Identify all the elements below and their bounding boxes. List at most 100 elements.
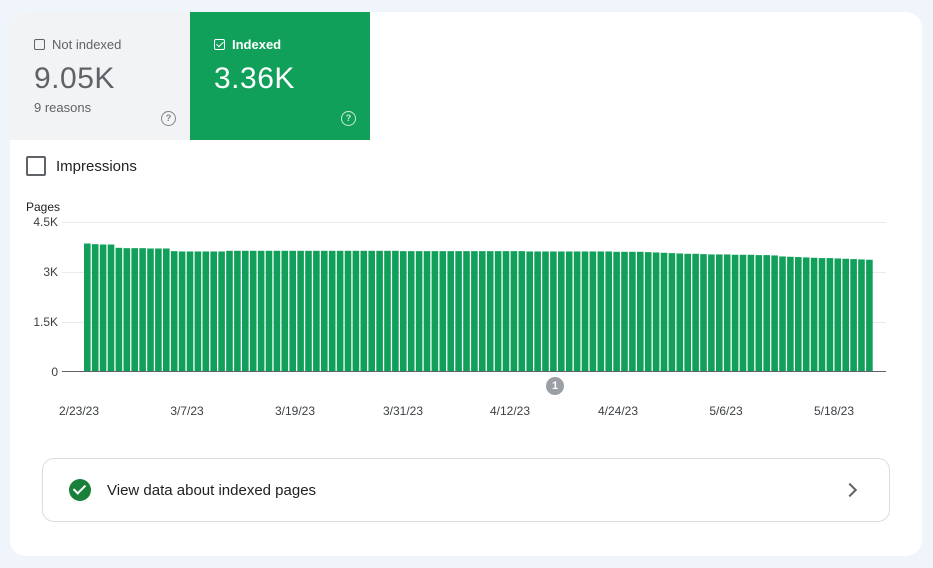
- bar[interactable]: [613, 251, 620, 371]
- bar[interactable]: [763, 255, 770, 371]
- bar[interactable]: [352, 250, 360, 371]
- bar[interactable]: [708, 254, 715, 371]
- bar[interactable]: [115, 247, 123, 371]
- bar[interactable]: [147, 248, 154, 371]
- bar[interactable]: [210, 251, 217, 371]
- bar[interactable]: [123, 248, 131, 371]
- bar[interactable]: [581, 251, 589, 371]
- bar[interactable]: [273, 250, 281, 371]
- bar[interactable]: [321, 250, 328, 371]
- bar[interactable]: [818, 258, 826, 371]
- bar[interactable]: [226, 250, 233, 371]
- bar[interactable]: [565, 251, 573, 371]
- bar[interactable]: [344, 250, 352, 371]
- bar[interactable]: [439, 251, 447, 371]
- bar[interactable]: [447, 251, 454, 371]
- bar[interactable]: [455, 251, 462, 371]
- bar[interactable]: [131, 248, 138, 371]
- bar[interactable]: [692, 253, 699, 371]
- bar[interactable]: [281, 250, 289, 371]
- bar[interactable]: [621, 251, 628, 371]
- bar[interactable]: [787, 256, 794, 371]
- bar[interactable]: [597, 251, 605, 371]
- bar[interactable]: [502, 251, 510, 371]
- bar[interactable]: [589, 251, 597, 371]
- bar[interactable]: [676, 253, 684, 371]
- bar[interactable]: [107, 244, 115, 371]
- bar[interactable]: [755, 255, 763, 371]
- bar[interactable]: [605, 251, 612, 371]
- bar[interactable]: [526, 251, 533, 371]
- bar[interactable]: [297, 250, 304, 371]
- impressions-toggle[interactable]: Impressions: [26, 156, 137, 176]
- bar[interactable]: [234, 250, 241, 371]
- bar[interactable]: [779, 256, 786, 371]
- bar[interactable]: [242, 250, 249, 371]
- bar[interactable]: [155, 248, 162, 371]
- bar[interactable]: [336, 250, 344, 371]
- bar[interactable]: [518, 251, 526, 371]
- help-icon[interactable]: ?: [161, 111, 176, 126]
- bar[interactable]: [202, 251, 210, 371]
- bar[interactable]: [139, 248, 146, 371]
- bar[interactable]: [431, 251, 439, 371]
- not-indexed-tile[interactable]: Not indexed 9.05K 9 reasons ?: [10, 12, 190, 140]
- help-icon[interactable]: ?: [341, 111, 356, 126]
- bar[interactable]: [415, 251, 423, 371]
- bar[interactable]: [542, 251, 549, 371]
- bar[interactable]: [186, 251, 194, 371]
- bar[interactable]: [178, 251, 186, 371]
- bar[interactable]: [170, 251, 178, 371]
- bar[interactable]: [423, 251, 431, 371]
- bar[interactable]: [716, 254, 723, 371]
- bar[interactable]: [407, 251, 415, 371]
- bar[interactable]: [731, 254, 739, 371]
- bar[interactable]: [328, 250, 336, 371]
- bar[interactable]: [652, 252, 660, 371]
- bar[interactable]: [400, 251, 407, 371]
- bar[interactable]: [289, 250, 296, 371]
- bar[interactable]: [486, 251, 494, 371]
- bar[interactable]: [550, 251, 557, 371]
- impressions-checkbox[interactable]: [26, 156, 46, 176]
- bar[interactable]: [99, 244, 107, 371]
- bar[interactable]: [360, 250, 368, 371]
- bar[interactable]: [494, 251, 502, 371]
- bar[interactable]: [700, 254, 707, 371]
- bar[interactable]: [810, 257, 818, 371]
- bar[interactable]: [739, 254, 747, 371]
- bar[interactable]: [479, 251, 486, 371]
- bar[interactable]: [163, 248, 170, 371]
- bar[interactable]: [802, 257, 810, 371]
- indexed-checkbox[interactable]: [214, 38, 225, 50]
- bar[interactable]: [218, 251, 225, 371]
- bar[interactable]: [249, 250, 257, 371]
- bar[interactable]: [842, 258, 849, 371]
- bar[interactable]: [660, 252, 668, 371]
- bar[interactable]: [637, 251, 644, 371]
- bar[interactable]: [684, 253, 691, 371]
- bar[interactable]: [573, 251, 581, 371]
- bar[interactable]: [723, 254, 731, 371]
- bar[interactable]: [510, 251, 518, 371]
- bar[interactable]: [257, 250, 265, 371]
- bar[interactable]: [858, 259, 865, 371]
- bar[interactable]: [747, 254, 755, 371]
- bar[interactable]: [826, 258, 834, 371]
- view-indexed-pages-link[interactable]: View data about indexed pages: [42, 458, 890, 522]
- bar[interactable]: [91, 244, 99, 371]
- indexed-tile[interactable]: Indexed 3.36K ?: [190, 12, 370, 140]
- bar[interactable]: [194, 251, 202, 371]
- bar[interactable]: [463, 251, 470, 371]
- annotation-marker[interactable]: 1: [546, 377, 564, 395]
- bar[interactable]: [771, 255, 778, 371]
- bar[interactable]: [668, 253, 676, 371]
- bar[interactable]: [313, 250, 320, 371]
- bar[interactable]: [629, 251, 636, 371]
- bar[interactable]: [795, 257, 802, 371]
- bar[interactable]: [644, 252, 652, 371]
- bar[interactable]: [558, 251, 565, 371]
- bar[interactable]: [368, 250, 375, 371]
- bar[interactable]: [471, 251, 478, 371]
- bar[interactable]: [305, 250, 312, 371]
